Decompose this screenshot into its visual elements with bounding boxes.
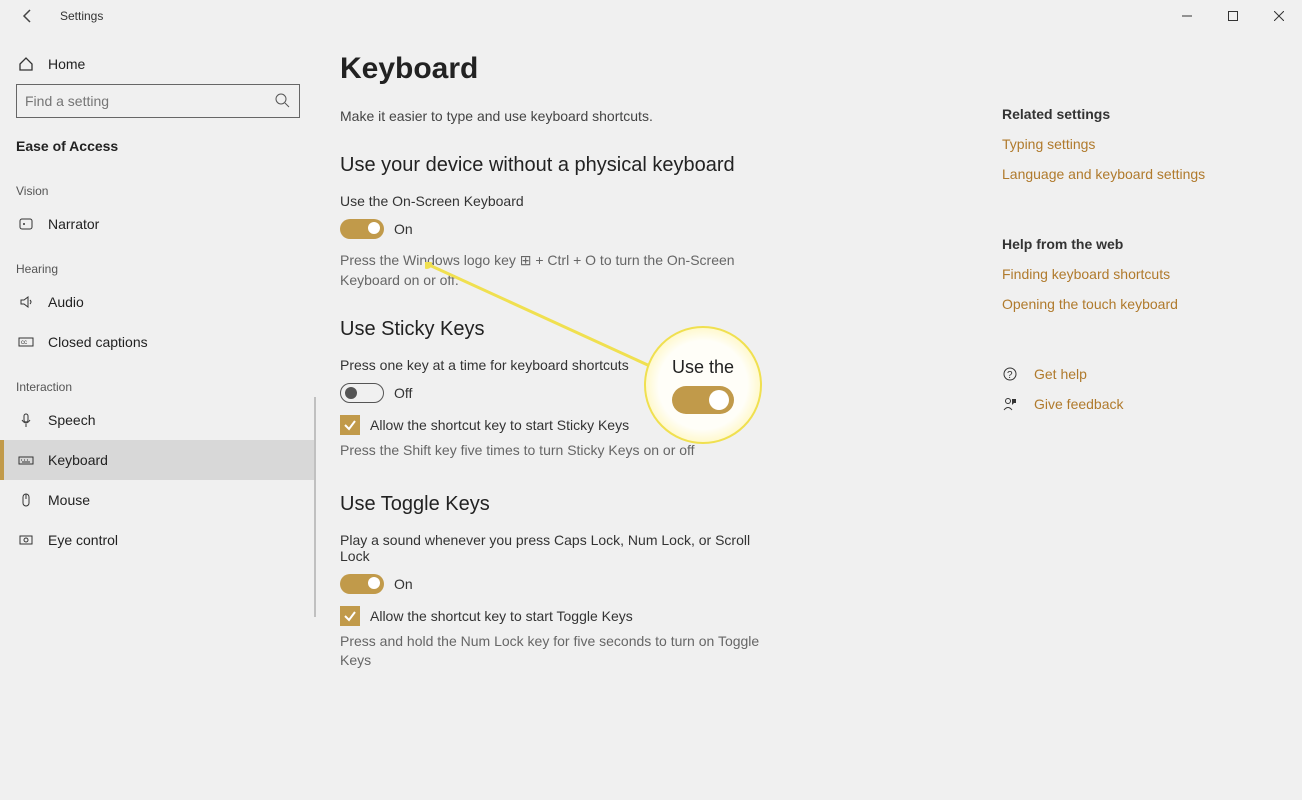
osk-toggle-state: On bbox=[394, 221, 413, 237]
search-container bbox=[16, 84, 300, 118]
mouse-icon bbox=[16, 492, 36, 508]
sidebar-item-keyboard[interactable]: Keyboard bbox=[0, 440, 316, 480]
sidebar-item-closed-captions[interactable]: cc Closed captions bbox=[0, 322, 316, 362]
osk-hint: Press the Windows logo key ⊞ + Ctrl + O … bbox=[340, 251, 760, 290]
sidebar-item-label: Speech bbox=[48, 412, 95, 428]
sidebar-scrollbar[interactable] bbox=[314, 397, 316, 617]
link-touch-keyboard[interactable]: Opening the touch keyboard bbox=[1002, 296, 1262, 312]
sticky-heading: Use Sticky Keys bbox=[340, 318, 1000, 341]
togglekeys-label: Play a sound whenever you press Caps Loc… bbox=[340, 532, 760, 564]
get-help-link[interactable]: ? Get help bbox=[1002, 366, 1262, 382]
sticky-toggle-state: Off bbox=[394, 385, 412, 401]
sidebar-item-label: Mouse bbox=[48, 492, 90, 508]
link-finding-shortcuts[interactable]: Finding keyboard shortcuts bbox=[1002, 266, 1262, 282]
minimize-icon bbox=[1182, 11, 1192, 21]
sidebar-item-label: Keyboard bbox=[48, 452, 108, 468]
feedback-icon bbox=[1002, 396, 1022, 412]
close-icon bbox=[1274, 11, 1284, 21]
audio-icon bbox=[16, 294, 36, 310]
give-feedback-link[interactable]: Give feedback bbox=[1002, 396, 1262, 412]
sidebar-item-narrator[interactable]: Narrator bbox=[0, 204, 316, 244]
sidebar-item-label: Eye control bbox=[48, 532, 118, 548]
checkmark-icon bbox=[343, 418, 357, 432]
sticky-check-hint: Press the Shift key five times to turn S… bbox=[340, 441, 760, 461]
maximize-icon bbox=[1228, 11, 1238, 21]
sidebar-item-mouse[interactable]: Mouse bbox=[0, 480, 316, 520]
related-heading: Related settings bbox=[1002, 106, 1262, 122]
osk-heading: Use your device without a physical keybo… bbox=[340, 154, 1000, 177]
home-icon bbox=[16, 56, 36, 72]
eye-icon bbox=[16, 532, 36, 548]
sticky-check-label: Allow the shortcut key to start Sticky K… bbox=[370, 417, 629, 433]
help-icon: ? bbox=[1002, 366, 1022, 382]
narrator-icon bbox=[16, 216, 36, 232]
keyboard-icon bbox=[16, 452, 36, 468]
sticky-label: Press one key at a time for keyboard sho… bbox=[340, 357, 1000, 373]
sidebar: Home Ease of Access Vision Narrator Hear… bbox=[0, 32, 316, 800]
minimize-button[interactable] bbox=[1164, 0, 1210, 32]
togglekeys-shortcut-checkbox[interactable] bbox=[340, 606, 360, 626]
search-icon bbox=[274, 92, 290, 113]
window-controls bbox=[1164, 0, 1302, 32]
right-pane: Related settings Typing settings Languag… bbox=[1002, 52, 1262, 800]
sidebar-item-speech[interactable]: Speech bbox=[0, 400, 316, 440]
sidebar-category: Ease of Access bbox=[0, 126, 316, 166]
captions-icon: cc bbox=[16, 334, 36, 350]
sidebar-item-label: Closed captions bbox=[48, 334, 148, 350]
link-typing-settings[interactable]: Typing settings bbox=[1002, 136, 1262, 152]
sticky-shortcut-checkbox[interactable] bbox=[340, 415, 360, 435]
togglekeys-check-label: Allow the shortcut key to start Toggle K… bbox=[370, 608, 633, 624]
svg-text:cc: cc bbox=[21, 340, 27, 346]
main-content: Keyboard Make it easier to type and use … bbox=[316, 32, 1302, 800]
link-language-settings[interactable]: Language and keyboard settings bbox=[1002, 166, 1262, 182]
titlebar: Settings bbox=[0, 0, 1302, 32]
togglekeys-toggle-state: On bbox=[394, 576, 413, 592]
checkmark-icon bbox=[343, 609, 357, 623]
svg-text:?: ? bbox=[1007, 370, 1013, 381]
sidebar-section-hearing: Hearing bbox=[0, 244, 316, 282]
give-feedback-label: Give feedback bbox=[1034, 396, 1124, 412]
mic-icon bbox=[16, 412, 36, 428]
page-title: Keyboard bbox=[340, 52, 1000, 86]
search-input[interactable] bbox=[16, 84, 300, 118]
get-help-label: Get help bbox=[1034, 366, 1087, 382]
sidebar-item-label: Narrator bbox=[48, 216, 99, 232]
webhelp-heading: Help from the web bbox=[1002, 236, 1262, 252]
arrow-left-icon bbox=[20, 8, 36, 24]
osk-toggle[interactable] bbox=[340, 219, 384, 239]
sidebar-item-audio[interactable]: Audio bbox=[0, 282, 316, 322]
close-button[interactable] bbox=[1256, 0, 1302, 32]
back-button[interactable] bbox=[8, 0, 48, 32]
page-intro: Make it easier to type and use keyboard … bbox=[340, 108, 1000, 124]
sidebar-item-home[interactable]: Home bbox=[0, 44, 316, 84]
togglekeys-toggle[interactable] bbox=[340, 574, 384, 594]
sticky-toggle[interactable] bbox=[340, 383, 384, 403]
togglekeys-check-hint: Press and hold the Num Lock key for five… bbox=[340, 632, 760, 671]
sidebar-section-interaction: Interaction bbox=[0, 362, 316, 400]
sidebar-item-eye-control[interactable]: Eye control bbox=[0, 520, 316, 560]
window-title: Settings bbox=[60, 9, 103, 23]
maximize-button[interactable] bbox=[1210, 0, 1256, 32]
sidebar-item-label: Home bbox=[48, 56, 85, 72]
sidebar-section-vision: Vision bbox=[0, 166, 316, 204]
sidebar-item-label: Audio bbox=[48, 294, 84, 310]
togglekeys-heading: Use Toggle Keys bbox=[340, 493, 1000, 516]
osk-label: Use the On-Screen Keyboard bbox=[340, 193, 1000, 209]
